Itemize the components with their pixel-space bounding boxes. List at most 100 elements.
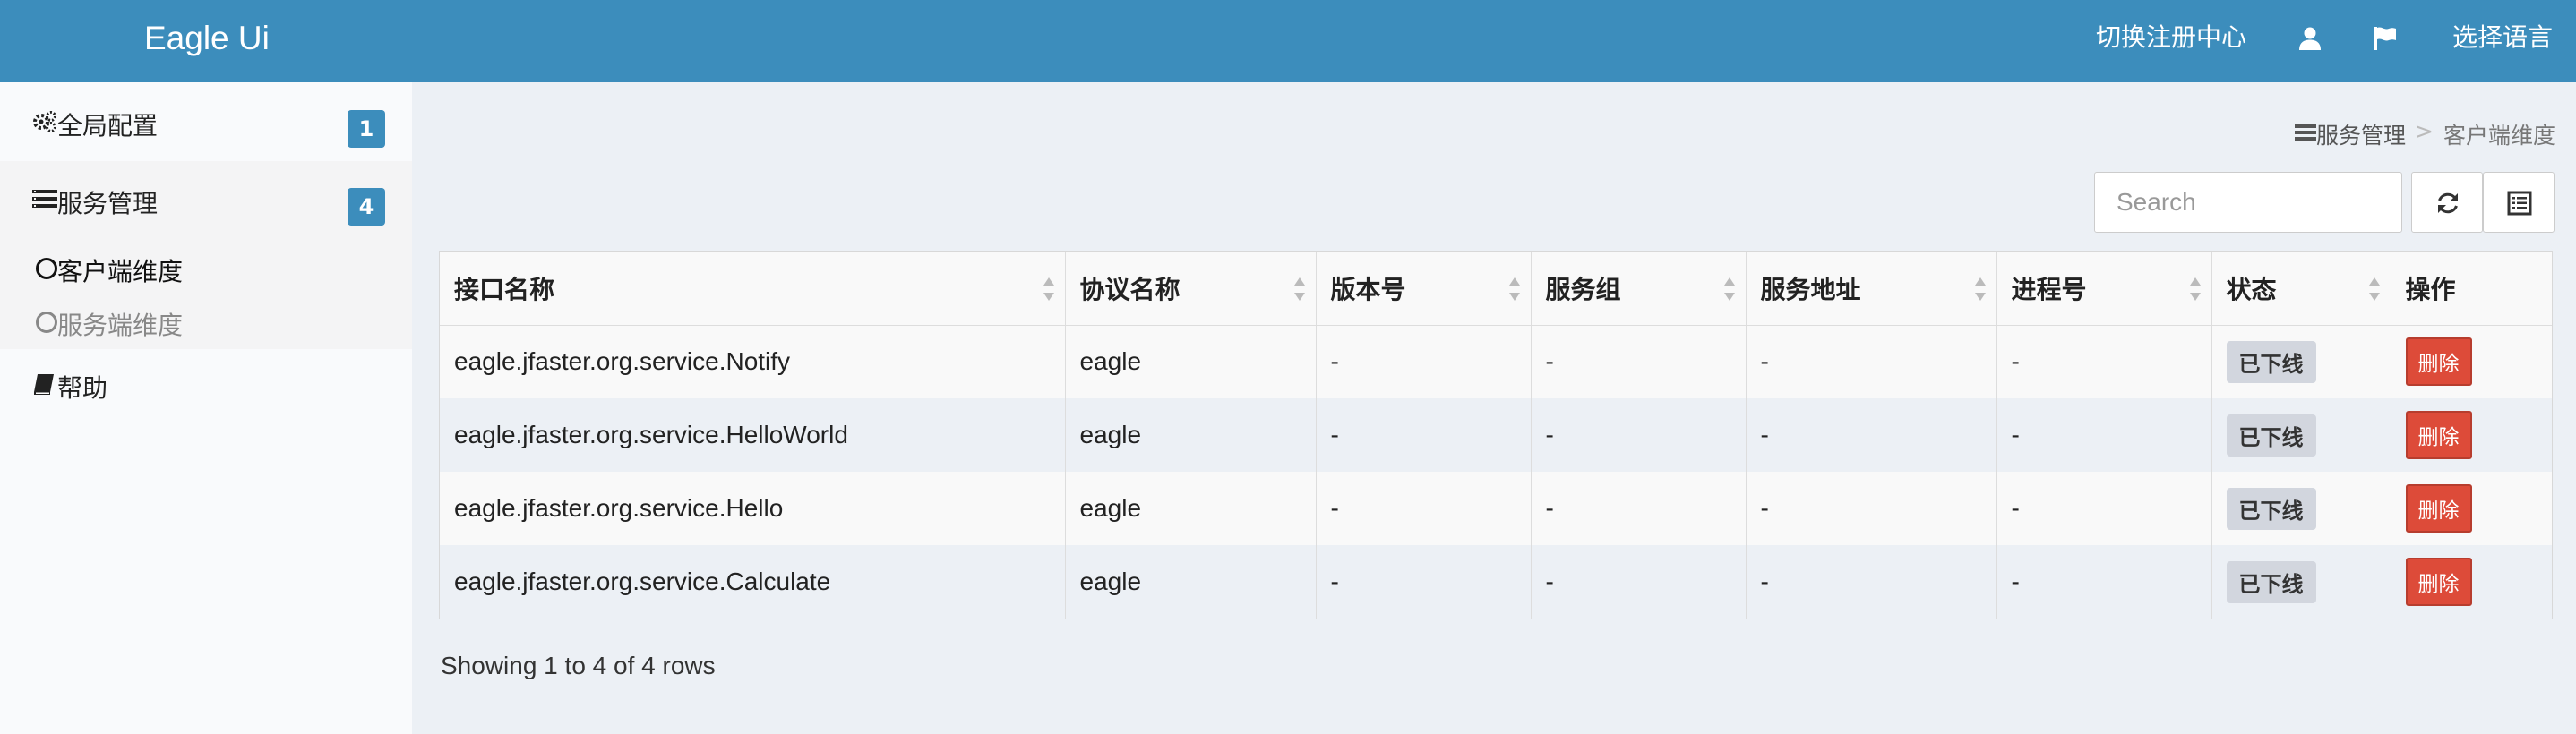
sidebar-item-help[interactable]: 帮助 [0, 351, 412, 422]
pagination-info: Showing 1 to 4 of 4 rows [441, 652, 716, 679]
cell-status: 已下线 [2211, 325, 2391, 398]
cell-action: 删除 [2391, 325, 2552, 398]
count-badge: 1 [348, 110, 385, 148]
cell-protocol: eagle [1065, 472, 1317, 545]
sort-icon [2368, 277, 2380, 301]
cell-interface: eagle.jfaster.org.service.Notify [440, 325, 1066, 398]
column-label: 状态 [2226, 274, 2277, 304]
cell-version: - [1316, 472, 1532, 545]
delete-button[interactable]: 删除 [2405, 558, 2472, 606]
cell-group: - [1531, 325, 1747, 398]
column-header-pid[interactable]: 进程号 [1996, 252, 2212, 326]
sort-icon [1723, 277, 1735, 301]
gears-icon [33, 111, 56, 132]
column-header-status[interactable]: 状态 [2211, 252, 2391, 326]
column-header-interface[interactable]: 接口名称 [440, 252, 1066, 326]
sidebar-item-global-config[interactable]: 全局配置 1 [0, 82, 412, 161]
breadcrumb-current: 客户端维度 [2443, 123, 2556, 149]
delete-button[interactable]: 删除 [2405, 484, 2472, 533]
status-badge: 已下线 [2226, 414, 2316, 457]
delete-button[interactable]: 删除 [2405, 337, 2472, 387]
cell-group: - [1531, 545, 1747, 619]
flag-icon[interactable] [2372, 25, 2399, 52]
table-row: eagle.jfaster.org.service.Calculate eagl… [440, 545, 2552, 619]
table-row: eagle.jfaster.org.service.HelloWorld eag… [440, 398, 2552, 472]
table-row: eagle.jfaster.org.service.Hello eagle - … [440, 472, 2552, 545]
column-label: 服务地址 [1760, 274, 1861, 304]
service-submenu: 客户端维度 服务端维度 [0, 240, 412, 349]
breadcrumb-parent[interactable]: 服务管理 [2316, 118, 2406, 150]
list-icon [32, 190, 57, 208]
status-badge: 已下线 [2226, 560, 2316, 603]
cell-group: - [1531, 398, 1747, 472]
cell-action: 删除 [2391, 472, 2552, 545]
cell-protocol: eagle [1065, 325, 1317, 398]
cell-status: 已下线 [2211, 545, 2391, 619]
column-label: 协议名称 [1079, 274, 1181, 304]
cell-pid: - [1996, 472, 2212, 545]
sidebar-item-service-management[interactable]: 服务管理 4 [0, 161, 412, 240]
delete-button[interactable]: 删除 [2405, 411, 2472, 459]
table-row: eagle.jfaster.org.service.Notify eagle -… [440, 325, 2552, 398]
language-selector[interactable]: 选择语言 [2452, 0, 2553, 82]
column-label: 版本号 [1330, 274, 1406, 304]
cell-version: - [1316, 325, 1532, 398]
columns-icon [2507, 191, 2532, 216]
cell-version: - [1316, 398, 1532, 472]
cell-address: - [1746, 398, 1997, 472]
cell-address: - [1746, 325, 1997, 398]
sidebar-item-label: 服务管理 [57, 189, 159, 218]
cell-status: 已下线 [2211, 398, 2391, 472]
cell-interface: eagle.jfaster.org.service.Hello [440, 472, 1066, 545]
sort-icon [1293, 277, 1305, 301]
status-badge: 已下线 [2226, 487, 2316, 530]
submenu-item-server[interactable]: 服务端维度 [0, 294, 412, 347]
cell-address: - [1746, 472, 1997, 545]
breadcrumb-separator: > [2415, 118, 2434, 144]
column-label: 服务组 [1545, 274, 1621, 304]
column-label: 接口名称 [454, 274, 555, 304]
column-header-action: 操作 [2391, 252, 2552, 326]
column-label: 进程号 [2011, 274, 2087, 304]
sort-icon [1508, 277, 1520, 301]
cell-protocol: eagle [1065, 545, 1317, 619]
cell-address: - [1746, 545, 1997, 619]
columns-toggle-button[interactable] [2483, 172, 2555, 233]
circle-icon [36, 258, 57, 279]
cell-pid: - [1996, 398, 2212, 472]
list-icon [2295, 124, 2316, 141]
submenu-item-client[interactable]: 客户端维度 [0, 240, 412, 294]
column-header-address[interactable]: 服务地址 [1746, 252, 1997, 326]
sort-icon [1974, 277, 1986, 301]
cell-version: - [1316, 545, 1532, 619]
top-navbar: Eagle Ui 切换注册中心 选择语言 [0, 0, 2576, 82]
sidebar: 全局配置 1 服务管理 4 客户端维度 服务端维度 帮助 [0, 82, 412, 734]
cell-protocol: eagle [1065, 398, 1317, 472]
column-header-group[interactable]: 服务组 [1531, 252, 1747, 326]
book-icon [34, 374, 54, 395]
refresh-icon [2438, 192, 2458, 214]
circle-icon [36, 312, 57, 333]
sort-icon [2189, 277, 2201, 301]
search-input[interactable] [2094, 172, 2402, 233]
services-table: 接口名称 协议名称 版本号 服务组 服务地址 进程号 状态 操作 eagle.j… [439, 251, 2553, 619]
switch-registry-link[interactable]: 切换注册中心 [2096, 0, 2246, 82]
cell-interface: eagle.jfaster.org.service.Calculate [440, 545, 1066, 619]
status-badge: 已下线 [2226, 340, 2316, 383]
cell-pid: - [1996, 545, 2212, 619]
sidebar-item-label: 全局配置 [57, 111, 159, 141]
cell-action: 删除 [2391, 398, 2552, 472]
sort-icon [1043, 277, 1054, 301]
column-header-protocol[interactable]: 协议名称 [1065, 252, 1317, 326]
refresh-button[interactable] [2411, 172, 2483, 233]
table-header-row: 接口名称 协议名称 版本号 服务组 服务地址 进程号 状态 操作 [440, 252, 2552, 326]
submenu-label: 服务端维度 [57, 311, 184, 340]
count-badge: 4 [348, 188, 385, 226]
app-logo[interactable]: Eagle Ui [144, 0, 270, 82]
cell-action: 删除 [2391, 545, 2552, 619]
user-icon[interactable] [2297, 25, 2323, 52]
cell-pid: - [1996, 325, 2212, 398]
cell-group: - [1531, 472, 1747, 545]
column-header-version[interactable]: 版本号 [1316, 252, 1532, 326]
cell-interface: eagle.jfaster.org.service.HelloWorld [440, 398, 1066, 472]
